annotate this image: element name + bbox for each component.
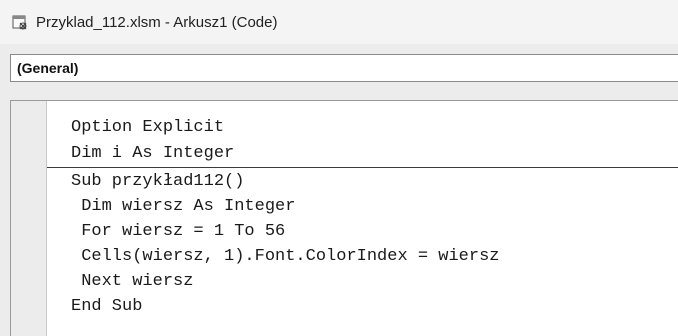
margin-indicator-bar[interactable] <box>11 101 47 336</box>
object-procedure-bar: (General) <box>0 44 678 94</box>
code-line: End Sub <box>71 297 143 316</box>
code-line: Option Explicit <box>71 118 225 137</box>
object-dropdown-value: (General) <box>17 60 79 76</box>
code-line: Next wiersz <box>71 272 194 291</box>
vbe-code-window: Przyklad_112.xlsm - Arkusz1 (Code) (Gene… <box>0 0 678 336</box>
object-dropdown[interactable]: (General) <box>10 54 678 82</box>
window-titlebar[interactable]: Przyklad_112.xlsm - Arkusz1 (Code) <box>0 0 678 44</box>
code-line: Dim i As Integer <box>71 144 235 163</box>
code-line: Dim wiersz As Integer <box>71 197 296 216</box>
code-editor[interactable]: Option Explicit Dim i As Integer Sub prz… <box>10 100 678 336</box>
procedure-separator <box>47 167 678 168</box>
code-line: Sub przykład112() <box>71 172 245 191</box>
window-title: Przyklad_112.xlsm - Arkusz1 (Code) <box>36 13 278 31</box>
code-line: For wiersz = 1 To 56 <box>71 222 286 241</box>
code-module-icon <box>10 12 30 32</box>
code-text-area[interactable]: Option Explicit Dim i As Integer Sub prz… <box>47 101 678 336</box>
code-line: Cells(wiersz, 1).Font.ColorIndex = wiers… <box>71 247 500 266</box>
